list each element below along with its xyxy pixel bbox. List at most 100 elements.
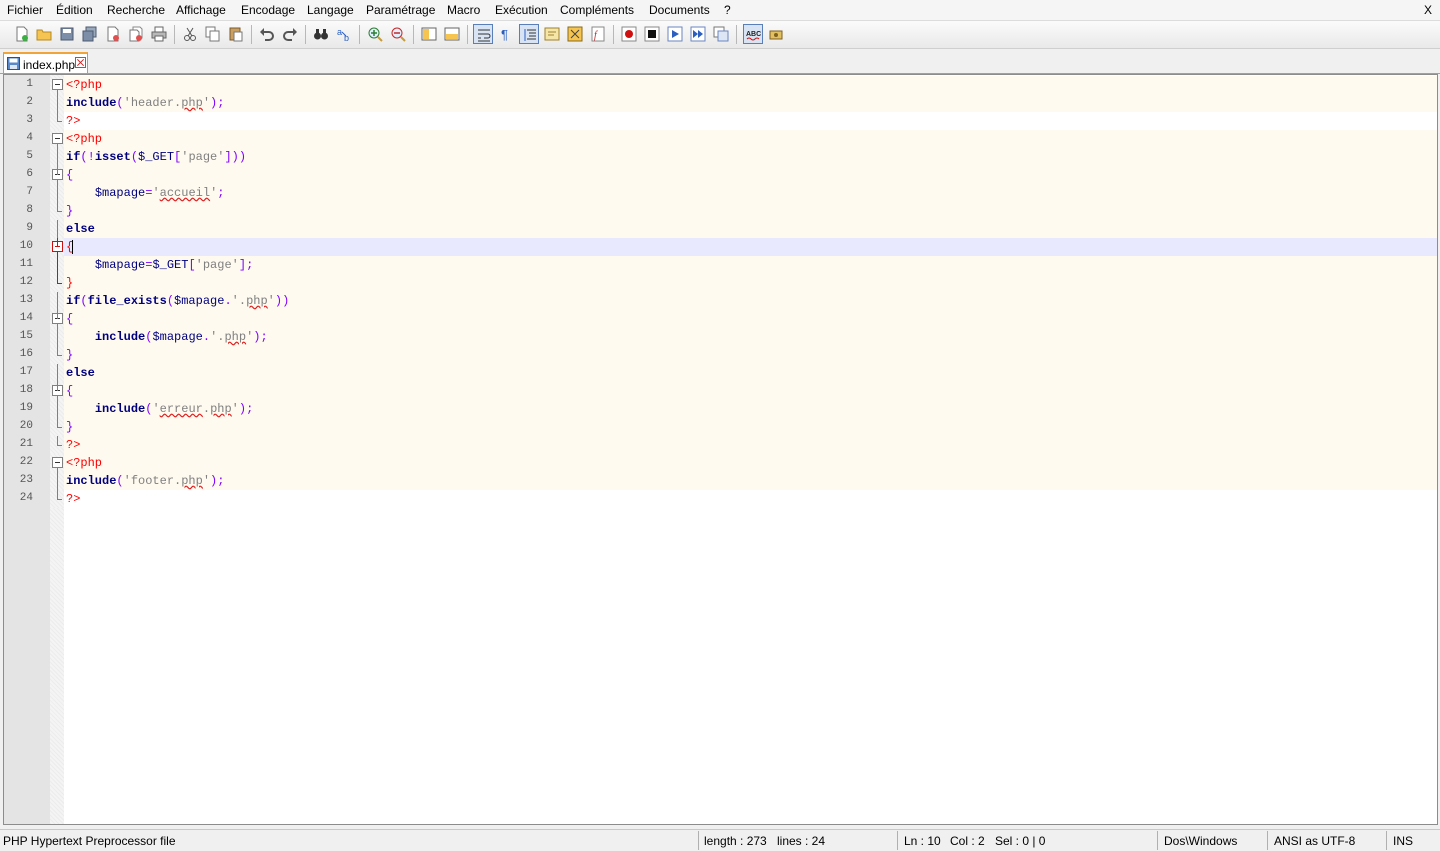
copy-button[interactable] — [203, 24, 223, 44]
status-insert-mode: INS — [1393, 834, 1414, 848]
menu-edition[interactable]: Édition — [56, 3, 93, 17]
document-map-button[interactable] — [565, 24, 585, 44]
menu-langage[interactable]: Langage — [307, 3, 354, 17]
menu-affichage[interactable]: Affichage — [176, 3, 226, 17]
menu-encodage[interactable]: Encodage — [241, 3, 295, 17]
menu-fichier[interactable]: Fichier — [7, 3, 43, 17]
code-text: if(!isset($_GET['page'])) — [66, 149, 246, 165]
code-line[interactable]: 9 else — [4, 220, 1437, 238]
status-bar: PHP Hypertext Preprocessor file length :… — [0, 829, 1440, 851]
code-line[interactable]: 16} — [4, 346, 1437, 364]
code-line[interactable]: 17 else — [4, 364, 1437, 382]
code-text: $mapage='accueil'; — [66, 185, 225, 201]
code-line[interactable]: 18 { — [4, 382, 1437, 400]
code-line[interactable]: 4 <?php — [4, 130, 1437, 148]
print-button[interactable] — [149, 24, 169, 44]
find-button[interactable] — [311, 24, 331, 44]
undo-button[interactable] — [257, 24, 277, 44]
menu-complements[interactable]: Compléments — [560, 3, 634, 17]
stop-recording-button[interactable] — [642, 24, 662, 44]
pilcrow-icon: ¶ — [501, 27, 508, 42]
tab-close-icon[interactable] — [75, 57, 86, 68]
fold-toggle-icon[interactable] — [52, 130, 63, 148]
save-all-button[interactable] — [80, 24, 100, 44]
code-line[interactable]: 24 ?> — [4, 490, 1437, 508]
redo-button[interactable] — [280, 24, 300, 44]
menu-parametrage[interactable]: Paramétrage — [366, 3, 435, 17]
indent-guide-toggle[interactable] — [519, 24, 539, 44]
tab-index-php[interactable]: index.php — [3, 52, 88, 73]
fold-line — [52, 256, 63, 274]
fold-toggle-icon[interactable] — [52, 76, 63, 94]
code-line[interactable]: 11 $mapage=$_GET['page']; — [4, 256, 1437, 274]
code-line[interactable]: 14 { — [4, 310, 1437, 328]
fold-line-segment — [57, 94, 58, 112]
binoculars-icon — [314, 29, 328, 40]
code-line[interactable]: 6{ — [4, 166, 1437, 184]
play-macro-button[interactable] — [665, 24, 685, 44]
menu-documents[interactable]: Documents — [649, 3, 710, 17]
zoom-out-button[interactable] — [388, 24, 408, 44]
code-line[interactable]: 23 include('footer.php'); — [4, 472, 1437, 490]
menu-help[interactable]: ? — [724, 3, 731, 17]
fold-end-tick — [57, 445, 62, 446]
zoom-out-icon — [391, 27, 406, 42]
replace-button[interactable]: ab — [334, 24, 354, 44]
code-line[interactable]: 10 { — [4, 238, 1437, 256]
code-line[interactable]: 13 if(file_exists($mapage.'.php')) — [4, 292, 1437, 310]
show-all-chars-toggle[interactable]: ¶ — [496, 24, 516, 44]
file-saved-icon — [7, 57, 20, 70]
run-macro-multiple-button[interactable] — [688, 24, 708, 44]
code-token-tag: ?> — [66, 438, 81, 452]
menu-macro[interactable]: Macro — [447, 3, 480, 17]
user-defined-language-button[interactable] — [542, 24, 562, 44]
open-file-button[interactable] — [34, 24, 54, 44]
code-token-spell: php — [210, 402, 232, 416]
fold-toggle-icon[interactable] — [52, 382, 63, 400]
new-file-button[interactable] — [12, 24, 32, 44]
code-line[interactable]: 7 $mapage='accueil'; — [4, 184, 1437, 202]
word-wrap-toggle[interactable] — [473, 24, 493, 44]
code-line[interactable]: 12} — [4, 274, 1437, 292]
save-button[interactable] — [57, 24, 77, 44]
record-macro-button[interactable] — [619, 24, 639, 44]
code-line[interactable]: 22 <?php — [4, 454, 1437, 472]
fold-toggle-icon[interactable] — [52, 238, 63, 256]
code-line[interactable]: 5 if(!isset($_GET['page'])) — [4, 148, 1437, 166]
sync-horizontal-button[interactable] — [442, 24, 462, 44]
code-line[interactable]: 8} — [4, 202, 1437, 220]
code-line[interactable]: 20} — [4, 418, 1437, 436]
fold-toggle-icon[interactable] — [52, 310, 63, 328]
plugin-icon — [769, 30, 783, 40]
zoom-in-button[interactable] — [365, 24, 385, 44]
code-line[interactable]: 19 include('erreur.php'); — [4, 400, 1437, 418]
code-editor[interactable]: 1 <?php 2 include('header.php'); 3 ?> 4 <?php 5 i… — [3, 74, 1438, 825]
menu-recherche[interactable]: Recherche — [107, 3, 165, 17]
plugin-button[interactable] — [766, 24, 786, 44]
line-number: 15 — [19, 330, 33, 342]
spell-check-toggle[interactable]: ABC — [743, 24, 763, 44]
toolbar-separator — [613, 25, 614, 44]
save-macro-button[interactable] — [711, 24, 731, 44]
status-language: PHP Hypertext Preprocessor file — [3, 834, 176, 848]
paste-button[interactable] — [226, 24, 246, 44]
fold-toggle-icon[interactable] — [52, 166, 63, 184]
save-icon — [60, 27, 74, 41]
save-macro-icon — [713, 26, 729, 42]
close-file-button[interactable] — [103, 24, 123, 44]
close-document-button[interactable]: X — [1424, 3, 1432, 17]
fold-end-tick — [57, 499, 62, 500]
sync-vertical-button[interactable] — [419, 24, 439, 44]
cut-button[interactable] — [180, 24, 200, 44]
close-all-button[interactable] — [126, 24, 146, 44]
code-line[interactable]: 15 include($mapage.'.php'); — [4, 328, 1437, 346]
code-line[interactable]: 3 ?> — [4, 112, 1437, 130]
code-line[interactable]: 1 <?php — [4, 76, 1437, 94]
menu-execution[interactable]: Exécution — [495, 3, 548, 17]
printer-icon — [151, 26, 167, 42]
fold-toggle-icon[interactable] — [52, 454, 63, 472]
code-line[interactable]: 21 ?> — [4, 436, 1437, 454]
code-line[interactable]: 2 include('header.php'); — [4, 94, 1437, 112]
function-list-button[interactable]: f — [588, 24, 608, 44]
